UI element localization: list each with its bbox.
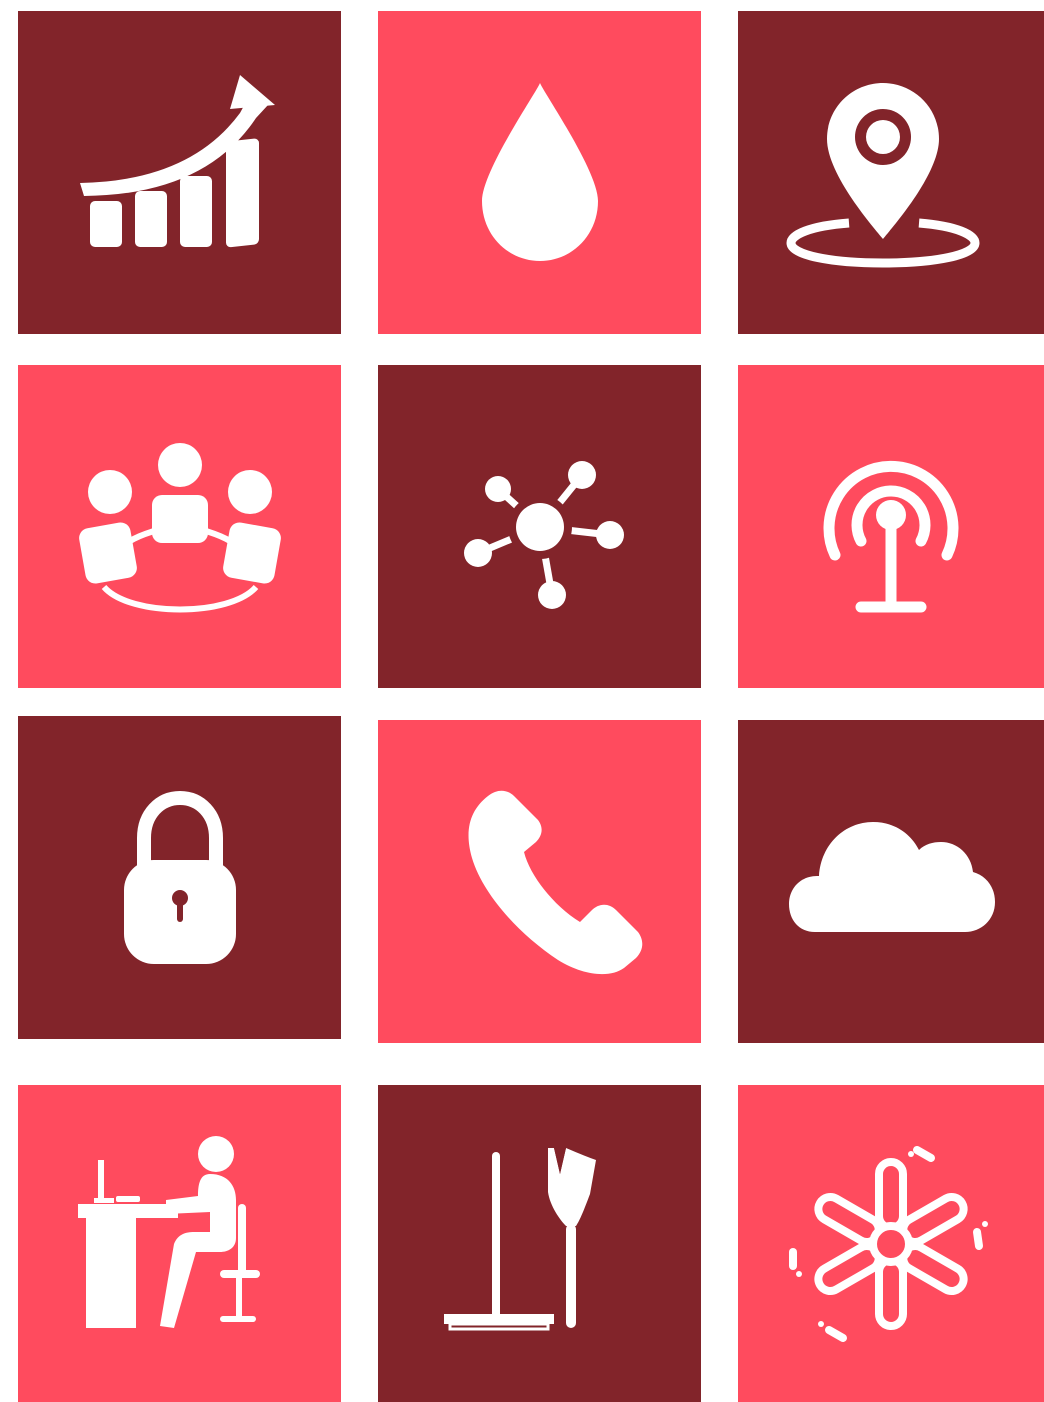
person-at-desk-icon — [77, 1135, 260, 1328]
ceiling-fan-icon — [789, 1145, 988, 1342]
phone-icon — [468, 790, 642, 974]
growth-chart-icon — [79, 74, 275, 247]
tile-growth-chart — [18, 11, 341, 334]
water-drop-icon — [481, 82, 598, 261]
tile-network-molecule — [378, 365, 701, 688]
tile-team-meeting — [18, 365, 341, 688]
tile-location-pin — [738, 11, 1044, 334]
tile-ceiling-fan — [738, 1085, 1044, 1402]
tile-water-drop — [378, 11, 701, 334]
network-molecule-icon — [463, 460, 624, 609]
team-meeting-icon — [78, 442, 281, 612]
location-pin-icon — [786, 82, 980, 268]
tile-cloud — [738, 720, 1044, 1043]
broadcast-signal-icon — [823, 460, 959, 612]
tile-floor-squeegee — [378, 1085, 701, 1402]
tile-phone — [378, 720, 701, 1043]
cloud-icon — [789, 821, 995, 932]
padlock-icon — [123, 790, 236, 964]
tile-padlock — [18, 716, 341, 1039]
floor-squeegee-icon — [443, 1147, 596, 1330]
tile-broadcast-signal — [738, 365, 1044, 688]
tile-person-at-desk — [18, 1085, 341, 1402]
